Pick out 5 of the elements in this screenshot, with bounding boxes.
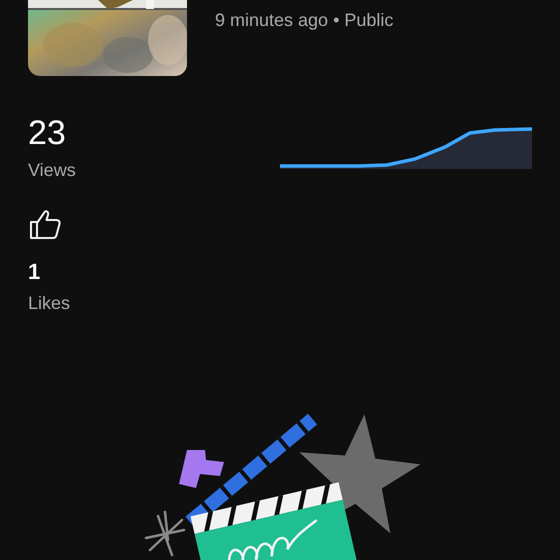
stat-label: Views <box>28 160 76 181</box>
stat-label: Likes <box>28 293 70 314</box>
stat-value: 1 <box>28 261 42 283</box>
video-meta: 9 minutes ago • Public <box>215 10 394 31</box>
stat-value: 23 <box>28 116 67 150</box>
